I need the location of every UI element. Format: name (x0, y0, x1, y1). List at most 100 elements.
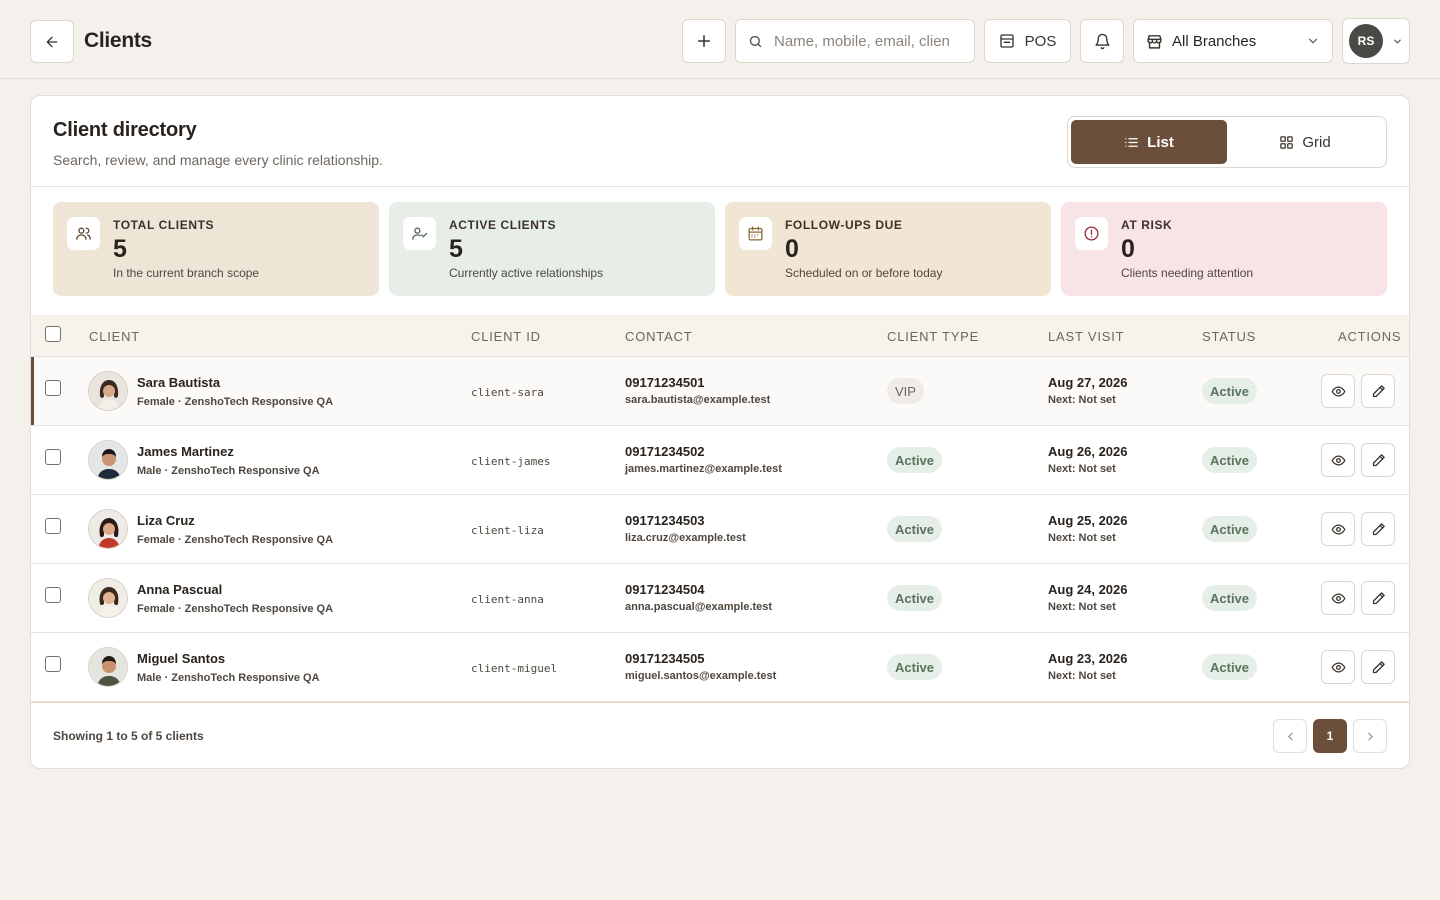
add-client-button[interactable] (682, 19, 726, 63)
pos-label: POS (1024, 32, 1057, 50)
next-visit: Next: Not set (1048, 601, 1116, 613)
edit-button[interactable] (1361, 512, 1395, 546)
view-button[interactable] (1321, 581, 1355, 615)
client-type-badge: Active (887, 447, 943, 473)
eye-icon (1331, 661, 1345, 673)
store-icon (1147, 34, 1162, 49)
arrow-left-icon (46, 36, 58, 47)
row-checkbox[interactable] (45, 449, 61, 465)
client-name[interactable]: Liza Cruz (137, 513, 195, 528)
next-page-button[interactable] (1353, 719, 1387, 753)
edit-button[interactable] (1361, 443, 1395, 477)
prev-page-button[interactable] (1273, 719, 1307, 753)
users-icon (67, 217, 100, 250)
grid-view-button[interactable]: Grid (1227, 120, 1383, 164)
client-id: client-sara (471, 386, 544, 399)
view-button[interactable] (1321, 650, 1355, 684)
stat-description: Currently active relationships (449, 266, 604, 280)
back-button[interactable] (30, 20, 74, 63)
grid-view-label: Grid (1302, 133, 1331, 151)
view-toggle: List Grid (1067, 116, 1387, 168)
client-name[interactable]: Anna Pascual (137, 582, 222, 597)
edit-button[interactable] (1361, 650, 1395, 684)
client-avatar (88, 371, 128, 411)
select-all-checkbox[interactable] (45, 326, 61, 342)
table-row[interactable]: Liza Cruz Female · ZenshoTech Responsive… (31, 495, 1409, 564)
client-meta: Male · ZenshoTech Responsive QA (137, 672, 320, 684)
view-button[interactable] (1321, 443, 1355, 477)
row-checkbox[interactable] (45, 380, 61, 396)
eye-icon (1331, 385, 1345, 397)
row-checkbox[interactable] (45, 587, 61, 603)
user-menu-button[interactable]: RS (1342, 18, 1410, 64)
stat-label: AT RISK (1121, 218, 1173, 232)
stat-description: Clients needing attention (1121, 266, 1254, 280)
chevron-down-icon (1308, 38, 1318, 44)
stat-label: TOTAL CLIENTS (113, 218, 215, 232)
client-type-badge: Active (887, 516, 943, 542)
client-name[interactable]: James Martinez (137, 444, 234, 459)
table-row[interactable]: Anna Pascual Female · ZenshoTech Respons… (31, 564, 1409, 633)
list-view-button[interactable]: List (1071, 120, 1227, 164)
table-row[interactable]: Miguel Santos Male · ZenshoTech Responsi… (31, 633, 1409, 702)
client-name[interactable]: Sara Bautista (137, 375, 220, 390)
view-button[interactable] (1321, 512, 1355, 546)
footer-divider (31, 702, 1409, 703)
directory-title: Client directory (53, 119, 197, 141)
register-icon (999, 34, 1014, 48)
view-button[interactable] (1321, 374, 1355, 408)
stat-label: FOLLOW-UPS DUE (785, 218, 903, 232)
next-visit: Next: Not set (1048, 394, 1116, 406)
client-type-badge: VIP (887, 378, 924, 404)
pos-button[interactable]: POS (984, 19, 1071, 63)
client-meta: Male · ZenshoTech Responsive QA (137, 465, 320, 477)
client-phone: 09171234502 (625, 444, 705, 459)
client-email: liza.cruz@example.test (625, 532, 746, 544)
client-id: client-liza (471, 524, 544, 537)
chevron-right-icon (1367, 732, 1373, 740)
client-directory-card: Client directory Search, review, and man… (30, 95, 1410, 769)
stat-description: Scheduled on or before today (785, 266, 943, 280)
last-visit-date: Aug 24, 2026 (1048, 582, 1128, 597)
client-name[interactable]: Miguel Santos (137, 651, 225, 666)
client-id: client-anna (471, 593, 544, 606)
column-header-contact: CONTACT (625, 329, 693, 344)
column-header-client-type: CLIENT TYPE (887, 329, 980, 344)
column-header-actions: ACTIONS (1338, 329, 1402, 344)
stat-follow-ups-due: FOLLOW-UPS DUE 0 Scheduled on or before … (725, 202, 1051, 296)
branch-select[interactable]: All Branches (1133, 19, 1333, 63)
edit-button[interactable] (1361, 374, 1395, 408)
client-email: sara.bautista@example.test (625, 394, 771, 406)
column-header-status: STATUS (1202, 329, 1257, 344)
client-meta: Female · ZenshoTech Responsive QA (137, 396, 334, 408)
last-visit-date: Aug 26, 2026 (1048, 444, 1128, 459)
pencil-icon (1372, 453, 1385, 466)
client-avatar (88, 509, 128, 549)
client-avatar (88, 440, 128, 480)
table-row[interactable]: James Martinez Male · ZenshoTech Respons… (31, 426, 1409, 495)
client-type-badge: Active (887, 654, 943, 680)
bell-icon (1094, 33, 1110, 49)
stat-value: 0 (1121, 235, 1135, 263)
client-phone: 09171234505 (625, 651, 705, 666)
column-header-client: CLIENT (89, 329, 141, 344)
eye-icon (1331, 592, 1345, 604)
row-checkbox[interactable] (45, 518, 61, 534)
search-box (735, 19, 975, 63)
branch-label: All Branches (1172, 32, 1257, 50)
edit-button[interactable] (1361, 581, 1395, 615)
table-row[interactable]: Sara Bautista Female · ZenshoTech Respon… (31, 357, 1409, 426)
notifications-button[interactable] (1080, 19, 1124, 63)
pagination-summary: Showing 1 to 5 of 5 clients (53, 729, 204, 743)
user-check-icon (403, 217, 436, 250)
column-header-client-id: CLIENT ID (471, 329, 541, 344)
pencil-icon (1372, 591, 1385, 604)
status-badge: Active (1202, 654, 1258, 680)
row-checkbox[interactable] (45, 656, 61, 672)
plus-icon (698, 35, 710, 47)
client-phone: 09171234503 (625, 513, 705, 528)
search-input[interactable] (774, 32, 964, 50)
page-button-1[interactable]: 1 (1313, 719, 1347, 753)
chevron-down-icon (1394, 39, 1401, 44)
list-icon (1125, 137, 1138, 147)
